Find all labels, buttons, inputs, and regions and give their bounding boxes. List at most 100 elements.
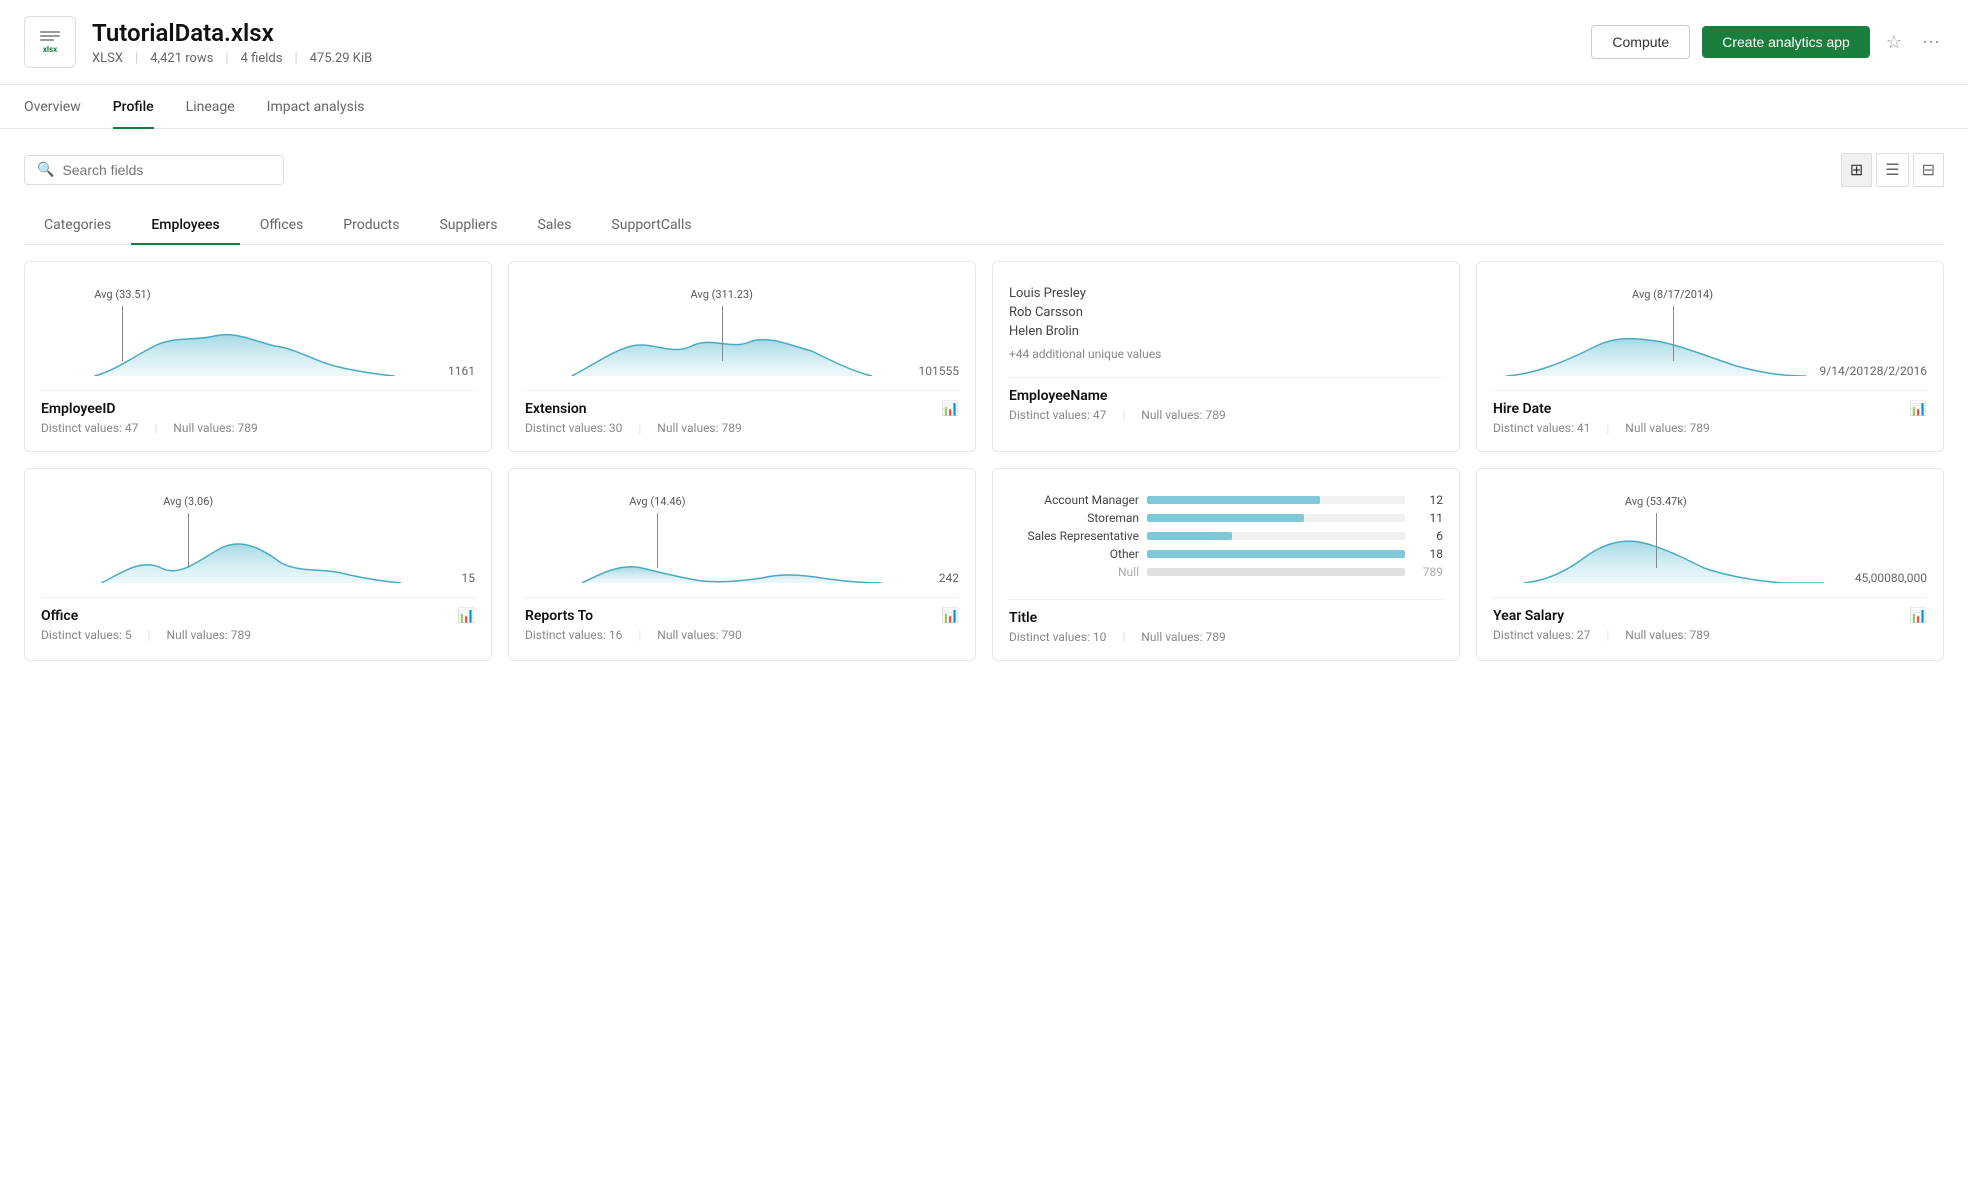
cat-tab-suppliers[interactable]: Suppliers — [419, 207, 517, 245]
avg-dashed-line — [657, 513, 658, 568]
card-title-row: Extension 📊 — [525, 401, 959, 417]
name-item: Helen Brolin — [1009, 324, 1443, 339]
card-text-values-employee-name: Louis Presley Rob Carsson Helen Brolin +44… — [1009, 278, 1443, 369]
card-hire-date: Avg (8/17/2014) 9/14/20 — [1476, 261, 1944, 452]
bar-label: Other — [1009, 547, 1139, 561]
chart-range: 9/14/2012 8/2/2016 — [1820, 364, 1928, 378]
bar-label: Account Manager — [1009, 493, 1139, 507]
category-tabs: Categories Employees Offices Products Su… — [24, 207, 1944, 245]
tab-profile[interactable]: Profile — [113, 85, 154, 129]
range-max: 8/2/2016 — [1877, 364, 1927, 378]
bar-chart-icon: 📊 — [942, 401, 959, 417]
create-analytics-button[interactable]: Create analytics app — [1702, 26, 1870, 58]
bar-fill — [1147, 550, 1405, 558]
cat-tab-offices[interactable]: Offices — [240, 207, 324, 245]
card-title: Year Salary — [1493, 608, 1564, 624]
null-values: Null values: 789 — [173, 421, 257, 435]
range-min: 1 — [448, 364, 455, 378]
avg-dashed-line — [188, 513, 189, 568]
null-values: Null values: 789 — [1625, 421, 1709, 435]
bar-count: 6 — [1413, 529, 1443, 543]
area-chart-svg — [41, 306, 448, 376]
null-values: Null values: 789 — [1625, 628, 1709, 642]
avg-label: Avg (53.47k) — [1625, 495, 1687, 508]
card-footer: Year Salary 📊 Distinct values: 27 | Null… — [1493, 597, 1927, 642]
card-title: Office — [41, 608, 78, 624]
more-options-button[interactable]: ⋯ — [1918, 28, 1944, 57]
distinct-values: Distinct values: 41 — [1493, 421, 1590, 435]
range-max: 42 — [946, 571, 960, 585]
bar-track — [1147, 568, 1405, 576]
tab-impact-analysis[interactable]: Impact analysis — [267, 85, 365, 129]
distinct-values: Distinct values: 10 — [1009, 630, 1106, 644]
list-view-button[interactable]: ☰ — [1876, 153, 1908, 187]
compute-button[interactable]: Compute — [1591, 25, 1690, 59]
card-title-row: Year Salary 📊 — [1493, 608, 1927, 624]
card-title: Account Manager 12 Storeman 11 Sales Rep… — [992, 468, 1460, 661]
distinct-values: Distinct values: 47 — [41, 421, 138, 435]
bar-count: 789 — [1413, 565, 1443, 579]
main-tabs: Overview Profile Lineage Impact analysis — [0, 85, 1968, 129]
name-item: Rob Carsson — [1009, 305, 1443, 320]
tab-lineage[interactable]: Lineage — [186, 85, 235, 129]
bar-label: Null — [1009, 565, 1139, 579]
bar-track — [1147, 532, 1405, 540]
bar-label: Sales Representative — [1009, 529, 1139, 543]
distinct-values: Distinct values: 30 — [525, 421, 622, 435]
range-min: 45,000 — [1855, 571, 1891, 585]
range-max: 5 — [468, 571, 475, 585]
chart-range: 2 42 — [939, 571, 959, 585]
cat-tab-supportcalls[interactable]: SupportCalls — [591, 207, 711, 245]
null-values: Null values: 789 — [167, 628, 251, 642]
card-meta: Distinct values: 10 | Null values: 789 — [1009, 630, 1443, 644]
more-values-link: +44 additional unique values — [1009, 347, 1443, 361]
name-item: Louis Presley — [1009, 286, 1443, 301]
file-format: XLSX — [92, 51, 123, 66]
bar-fill — [1147, 568, 1405, 576]
table-view-button[interactable]: ⊟ — [1913, 153, 1944, 187]
card-meta: Distinct values: 5 | Null values: 789 — [41, 628, 475, 642]
bar-row: Other 18 — [1009, 547, 1443, 561]
bar-fill — [1147, 496, 1320, 504]
card-footer: EmployeeName Distinct values: 47 | Null … — [1009, 377, 1443, 422]
card-meta: Distinct values: 16 | Null values: 790 — [525, 628, 959, 642]
card-footer: EmployeeID Distinct values: 47 | Null va… — [41, 390, 475, 435]
card-meta: Distinct values: 47 | Null values: 789 — [41, 421, 475, 435]
bar-count: 12 — [1413, 493, 1443, 507]
null-values: Null values: 789 — [1141, 408, 1225, 422]
card-employee-id: Avg (33.51) 1 — [24, 261, 492, 452]
search-input[interactable] — [62, 162, 271, 178]
range-max: 555 — [939, 364, 959, 378]
toolbar: 🔍 ⊞ ☰ ⊟ — [24, 153, 1944, 187]
grid-view-button[interactable]: ⊞ — [1841, 153, 1872, 187]
avg-label: Avg (14.46) — [629, 495, 685, 508]
cat-tab-products[interactable]: Products — [323, 207, 419, 245]
area-chart-svg — [41, 513, 462, 583]
search-box[interactable]: 🔍 — [24, 155, 284, 185]
card-title: Reports To — [525, 608, 593, 624]
card-title: EmployeeName — [1009, 388, 1107, 404]
card-chart-office: Avg (3.06) 1 — [41, 485, 475, 585]
card-title: Hire Date — [1493, 401, 1551, 417]
star-button[interactable]: ☆ — [1882, 28, 1906, 57]
card-chart-year-salary: Avg (53.47k) 45,000 — [1493, 485, 1927, 585]
cat-tab-employees[interactable]: Employees — [131, 207, 239, 245]
bar-count: 11 — [1413, 511, 1443, 525]
cat-tab-sales[interactable]: Sales — [517, 207, 591, 245]
card-title: EmployeeID — [41, 401, 115, 417]
null-values: Null values: 789 — [657, 421, 741, 435]
null-values: Null values: 789 — [1141, 630, 1225, 644]
bar-chart-title: Account Manager 12 Storeman 11 Sales Rep… — [1009, 485, 1443, 591]
card-footer: Hire Date 📊 Distinct values: 41 | Null v… — [1493, 390, 1927, 435]
card-title-row: EmployeeID — [41, 401, 475, 417]
cat-tab-categories[interactable]: Categories — [24, 207, 131, 245]
bar-row: Account Manager 12 — [1009, 493, 1443, 507]
bar-label: Storeman — [1009, 511, 1139, 525]
file-meta: TutorialData.xlsx XLSX | 4,421 rows | 4 … — [92, 19, 1575, 66]
file-info: XLSX | 4,421 rows | 4 fields | 475.29 Ki… — [92, 51, 1575, 66]
bar-track — [1147, 496, 1405, 504]
card-title-row: Office 📊 — [41, 608, 475, 624]
tab-overview[interactable]: Overview — [24, 85, 81, 129]
bar-track — [1147, 514, 1405, 522]
avg-label: Avg (33.51) — [94, 288, 150, 301]
